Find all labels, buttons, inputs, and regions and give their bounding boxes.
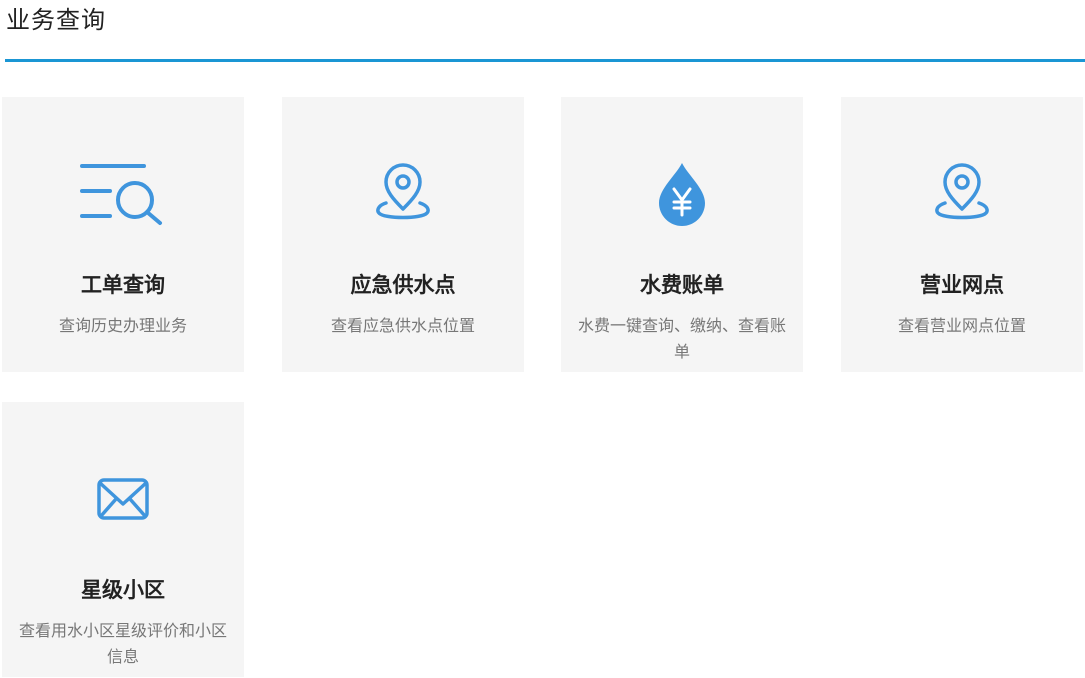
card-title: 营业网点 — [920, 272, 1004, 297]
card-star-rated-community[interactable]: 星级小区 查看用水小区星级评价和小区信息 — [2, 402, 244, 677]
card-title: 工单查询 — [81, 272, 165, 297]
card-description: 查看用水小区星级评价和小区信息 — [18, 621, 227, 666]
title-divider — [5, 59, 1085, 62]
card-title: 星级小区 — [81, 577, 165, 602]
page-header: 业务查询 — [0, 0, 1085, 62]
location-pin-icon — [841, 159, 1083, 229]
card-description: 查看营业网点位置 — [897, 316, 1026, 335]
business-query-page: 业务查询 工单查询 查询历史办理业务 应急供水点 查看应急供水点位置 水费账单 … — [0, 0, 1085, 678]
location-pin-icon — [282, 159, 524, 229]
card-description: 查询历史办理业务 — [58, 316, 187, 335]
card-title: 水费账单 — [640, 272, 724, 297]
card-description: 查看应急供水点位置 — [330, 316, 475, 335]
search-list-icon — [2, 159, 244, 229]
card-service-outlets[interactable]: 营业网点 查看营业网点位置 — [841, 97, 1083, 372]
card-water-bill[interactable]: 水费账单 水费一键查询、缴纳、查看账单 — [561, 97, 803, 372]
envelope-icon — [2, 464, 244, 534]
water-drop-yen-icon — [561, 159, 803, 229]
card-title: 应急供水点 — [350, 272, 456, 297]
card-work-order-query[interactable]: 工单查询 查询历史办理业务 — [2, 97, 244, 372]
card-description: 水费一键查询、缴纳、查看账单 — [577, 316, 786, 361]
page-title: 业务查询 — [6, 6, 106, 34]
card-emergency-water-point[interactable]: 应急供水点 查看应急供水点位置 — [282, 97, 524, 372]
